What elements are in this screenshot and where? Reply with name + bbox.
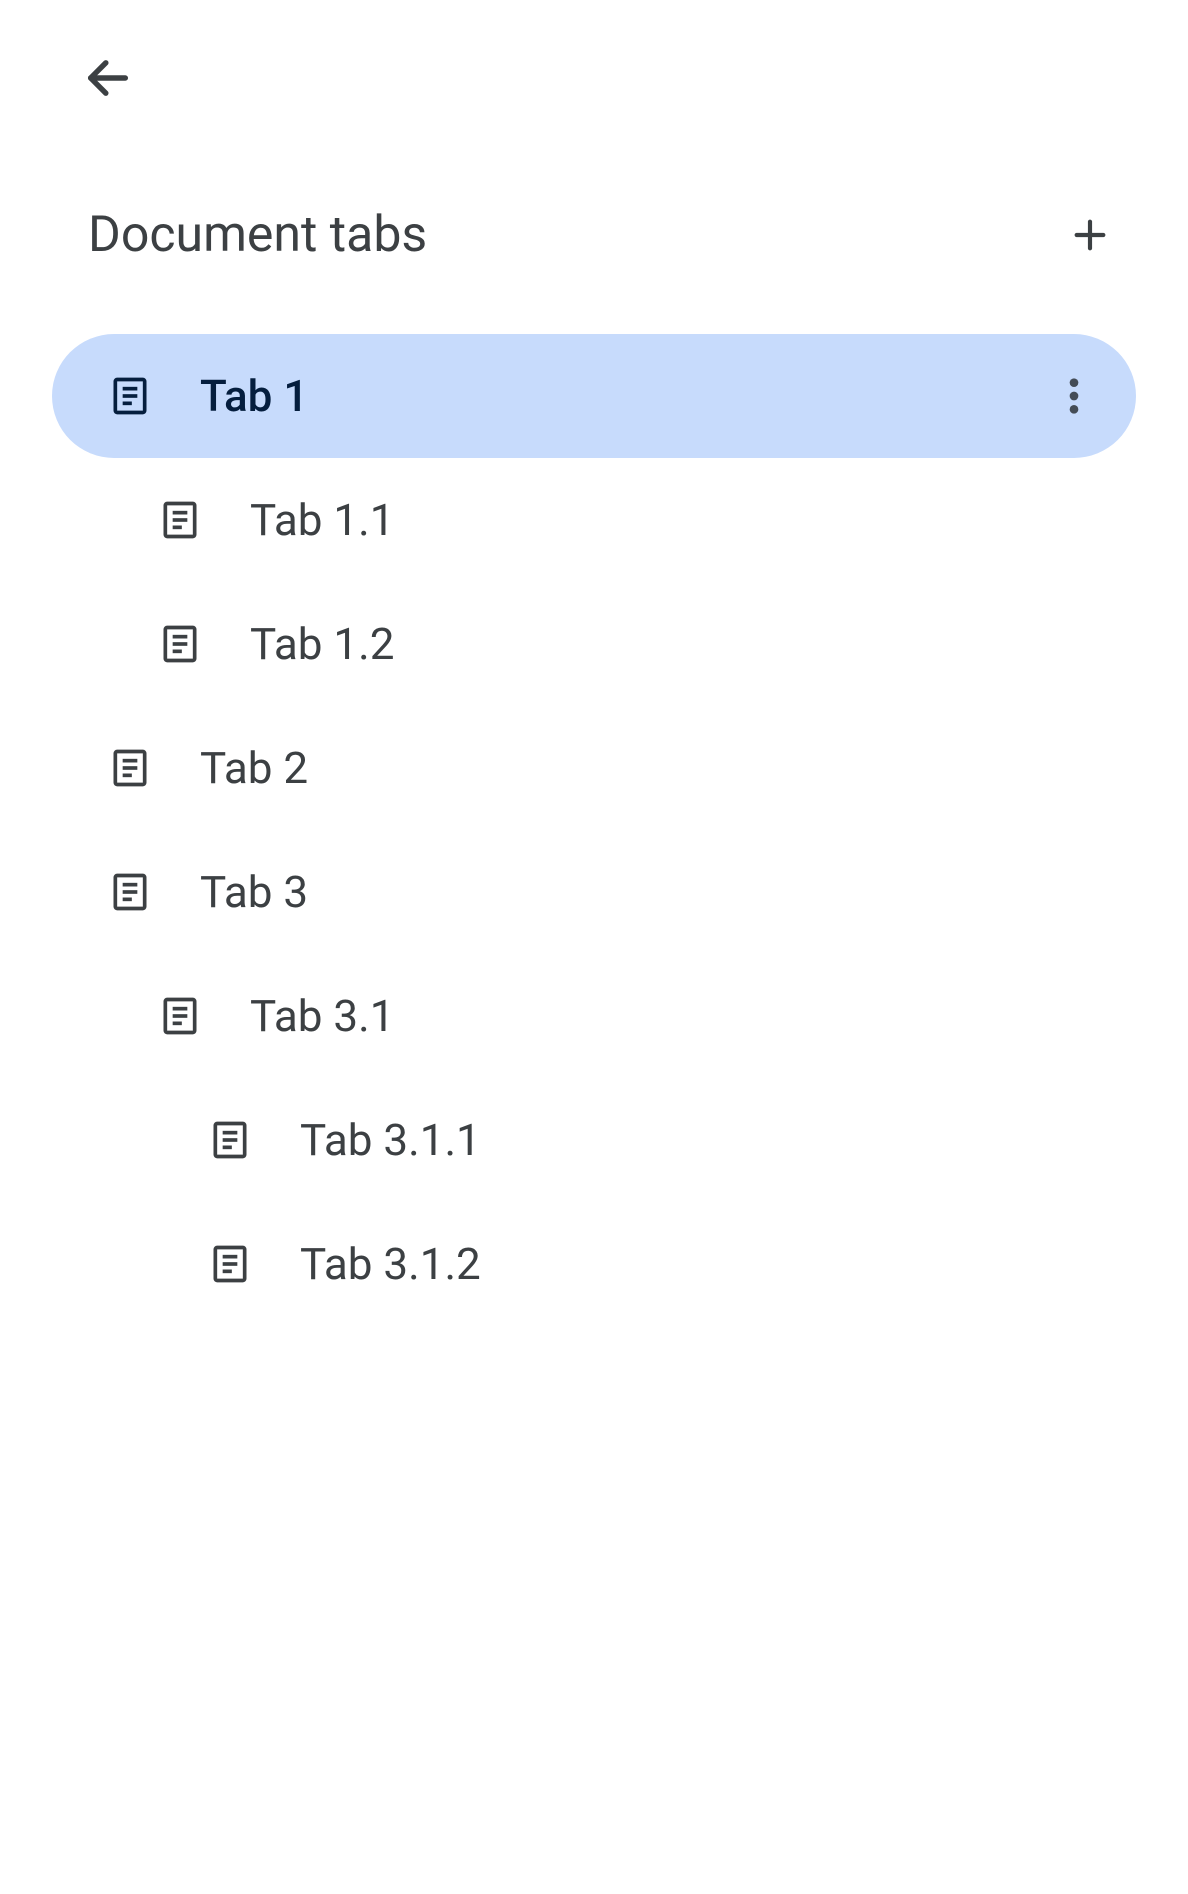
tab-item-tab-1[interactable]: Tab 1: [52, 334, 1136, 458]
tab-item-tab-3-1[interactable]: Tab 3.1: [52, 954, 1136, 1078]
tab-label: Tab 1.1: [250, 494, 394, 546]
header-title: Document tabs: [88, 206, 427, 264]
more-vertical-icon: [1069, 376, 1079, 416]
document-icon: [158, 498, 202, 542]
plus-icon: [1070, 215, 1110, 255]
tab-label: Tab 1: [200, 370, 308, 422]
tab-item-tab-1-1[interactable]: Tab 1.1: [52, 458, 1136, 582]
document-icon: [208, 1242, 252, 1286]
document-icon: [158, 622, 202, 666]
tabs-list: Tab 1 Tab 1.1: [0, 334, 1188, 1326]
tab-label: Tab 3.1.2: [300, 1238, 481, 1290]
tab-item-tab-3-1-1[interactable]: Tab 3.1.1: [52, 1078, 1136, 1202]
document-icon: [108, 374, 152, 418]
document-icon: [108, 746, 152, 790]
tab-item-tab-3[interactable]: Tab 3: [52, 830, 1136, 954]
document-icon: [208, 1118, 252, 1162]
tab-item-tab-1-2[interactable]: Tab 1.2: [52, 582, 1136, 706]
document-icon: [108, 870, 152, 914]
document-icon: [158, 994, 202, 1038]
tab-label: Tab 3.1: [250, 990, 394, 1042]
tab-label: Tab 2: [200, 742, 308, 794]
arrow-left-icon: [82, 52, 134, 104]
tab-item-tab-3-1-2[interactable]: Tab 3.1.2: [52, 1202, 1136, 1326]
document-tabs-header: Document tabs: [0, 206, 1188, 264]
back-button[interactable]: [80, 50, 136, 106]
add-tab-button[interactable]: [1062, 207, 1118, 263]
tab-more-button[interactable]: [1052, 374, 1096, 418]
tab-label: Tab 3: [200, 866, 308, 918]
tab-item-tab-2[interactable]: Tab 2: [52, 706, 1136, 830]
tab-label: Tab 3.1.1: [300, 1114, 481, 1166]
tab-label: Tab 1.2: [250, 618, 394, 670]
